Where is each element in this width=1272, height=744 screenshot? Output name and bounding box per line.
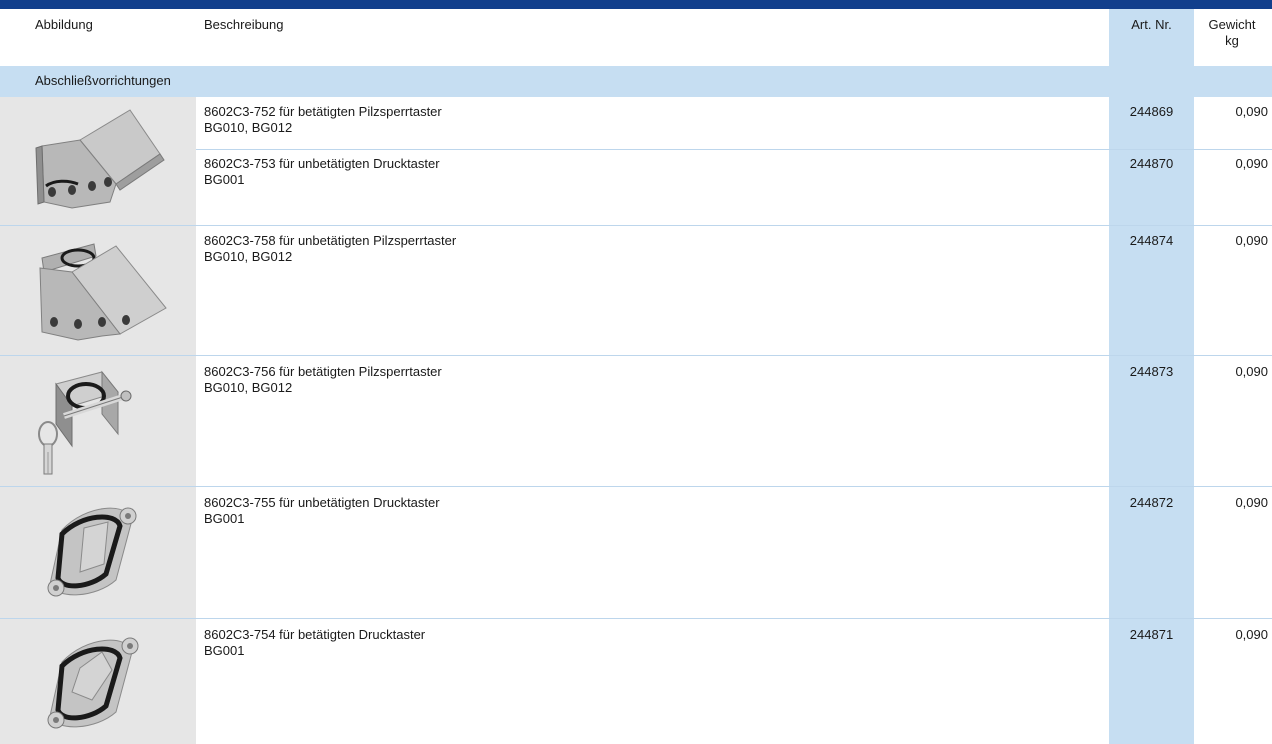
- row-divider: [0, 486, 1272, 487]
- row-art-nr: 244871: [1129, 627, 1174, 642]
- row-divider: [0, 225, 1272, 226]
- row-weight: 0,090: [1235, 495, 1268, 510]
- row-art-nr: 244873: [1129, 364, 1174, 379]
- row-weight: 0,090: [1235, 233, 1268, 248]
- row-description: 8602C3-755 für unbetätigten Drucktaster: [204, 495, 440, 510]
- row-description: 8602C3-758 für unbetätigten Pilzsperrtas…: [204, 233, 457, 248]
- lockout-clamp-ring-icon: [47, 507, 137, 597]
- row-weight: 0,090: [1235, 104, 1268, 119]
- row-divider: [196, 149, 1272, 150]
- row-description: 8602C3-756 für betätigten Pilzsperrtaste…: [204, 364, 442, 379]
- header-weight-unit: kg: [1225, 33, 1239, 48]
- header-weight: Gewicht kg: [1196, 17, 1268, 49]
- row-variants: BG001: [204, 643, 245, 658]
- row-description: 8602C3-753 für unbetätigten Drucktaster: [204, 156, 440, 171]
- header-art-nr: Art. Nr.: [1131, 17, 1172, 32]
- lockout-clamp-ring-open-icon: [47, 637, 139, 729]
- row-weight: 0,090: [1235, 364, 1268, 379]
- row-weight: 0,090: [1235, 156, 1268, 171]
- header-weight-label: Gewicht: [1208, 17, 1256, 32]
- top-accent-bar: [0, 0, 1272, 9]
- art-column-bg: [1109, 97, 1194, 744]
- section-title: Abschließvorrichtungen: [35, 73, 171, 88]
- lockout-cover-mushroom-actuated-icon: [35, 109, 165, 209]
- row-weight: 0,090: [1235, 627, 1268, 642]
- row-art-nr: 244870: [1129, 156, 1174, 171]
- row-art-nr: 244869: [1129, 104, 1174, 119]
- lockout-bracket-with-padlock-icon: [38, 370, 132, 475]
- header-image: Abbildung: [35, 17, 93, 32]
- row-variants: BG001: [204, 172, 245, 187]
- row-description: 8602C3-752 für betätigten Pilzsperrtaste…: [204, 104, 442, 119]
- table-header: Abbildung Beschreibung Art. Nr. Gewicht …: [0, 9, 1272, 66]
- row-divider: [0, 618, 1272, 619]
- row-variants: BG001: [204, 511, 245, 526]
- row-variants: BG010, BG012: [204, 249, 293, 264]
- row-art-nr: 244872: [1129, 495, 1174, 510]
- lockout-cover-mushroom-unactuated-icon: [39, 243, 167, 341]
- row-divider: [0, 355, 1272, 356]
- header-description: Beschreibung: [204, 17, 284, 32]
- section-header: Abschließvorrichtungen: [0, 66, 1272, 97]
- row-variants: BG010, BG012: [204, 380, 293, 395]
- row-description: 8602C3-754 für betätigten Drucktaster: [204, 627, 426, 642]
- row-art-nr: 244874: [1129, 233, 1174, 248]
- row-variants: BG010, BG012: [204, 120, 293, 135]
